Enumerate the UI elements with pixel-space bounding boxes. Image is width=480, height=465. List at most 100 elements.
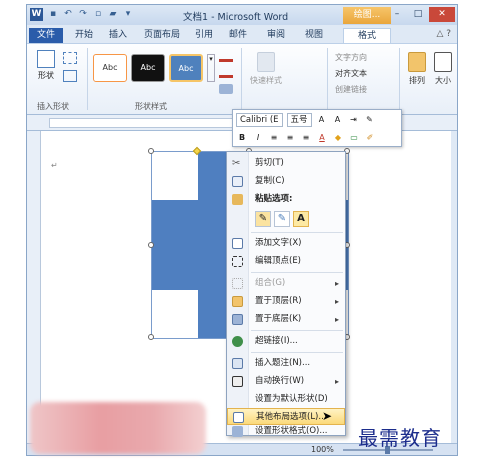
copy-icon xyxy=(232,176,243,187)
tab-insert[interactable]: 插入 xyxy=(105,28,131,43)
mouse-pointer-icon: ➤ xyxy=(322,409,333,423)
paste-merge-icon[interactable]: ✎ xyxy=(274,211,290,227)
tab-home[interactable]: 开始 xyxy=(71,28,97,43)
format-painter-icon[interactable]: ✎ xyxy=(364,114,376,126)
open-icon[interactable]: ▰ xyxy=(107,8,119,20)
resize-handle-w[interactable] xyxy=(148,242,154,248)
hyperlink-icon xyxy=(232,336,243,347)
group-icon xyxy=(232,278,243,289)
shapes-button[interactable]: 形状 xyxy=(33,50,59,81)
tab-file[interactable]: 文件 xyxy=(29,28,63,43)
align-text-button[interactable]: 对齐文本 xyxy=(335,68,367,79)
align-center-button[interactable]: ≡ xyxy=(284,132,296,144)
arrange-button[interactable]: 排列 xyxy=(405,52,429,86)
menu-item-bring-to-front[interactable]: 置于顶层(R) ▸ xyxy=(227,293,345,310)
window-title: 文档1 - Microsoft Word xyxy=(183,12,289,23)
close-icon[interactable]: ✕ xyxy=(429,7,455,22)
word-window: W ▪ ↶ ↷ ▫ ▰ ▾ 文档1 - Microsoft Word 绘图...… xyxy=(26,4,458,456)
shape-outline-mini-icon[interactable]: ▭ xyxy=(348,132,360,144)
menu-item-format-shape[interactable]: 设置形状格式(O)... xyxy=(227,425,345,437)
wordart-icon xyxy=(257,52,275,72)
italic-button[interactable]: I xyxy=(252,132,264,144)
ribbon-tabs: 文件 开始 插入 页面布局 引用 邮件 审阅 视图 格式 △ ? xyxy=(27,25,457,43)
resize-handle-nw[interactable] xyxy=(148,148,154,154)
menu-item-wrap-text[interactable]: 自动换行(W) ▸ xyxy=(227,373,345,390)
text-direction-button[interactable]: 文字方向 xyxy=(335,52,367,63)
shape-fill-icon[interactable] xyxy=(219,52,233,62)
undo-icon[interactable]: ↶ xyxy=(62,8,74,20)
shape-outline-icon[interactable] xyxy=(219,68,233,78)
watermark-text: 最需教育 xyxy=(358,426,442,450)
window-controls: – □ ✕ xyxy=(387,7,455,22)
group-label-insert-shapes: 插入形状 xyxy=(37,102,69,111)
shape-style-black[interactable]: Abc xyxy=(131,54,165,82)
scissors-icon: ✂ xyxy=(232,158,241,169)
zoom-level[interactable]: 100% xyxy=(311,444,334,455)
align-left-button[interactable]: ≡ xyxy=(268,132,280,144)
shape-effects-icon[interactable] xyxy=(219,84,233,94)
paste-keep-text-icon[interactable]: A xyxy=(293,211,309,227)
size-icon xyxy=(434,52,452,72)
menu-item-set-default-shape[interactable]: 设置为默认形状(D) xyxy=(227,391,345,408)
edit-shape-icon[interactable] xyxy=(63,52,77,64)
menu-item-hyperlink[interactable]: 超链接(I)... xyxy=(227,333,345,350)
quick-styles-button[interactable]: 快速样式 xyxy=(247,52,285,86)
menu-item-insert-caption[interactable]: 插入题注(N)... xyxy=(227,355,345,372)
tab-format[interactable]: 格式 xyxy=(343,28,391,43)
font-size-combo[interactable]: 五号 xyxy=(286,113,312,127)
shape-style-white[interactable]: Abc xyxy=(93,54,127,82)
paste-options-row: ✎ ✎ A xyxy=(255,211,309,227)
maximize-icon[interactable]: □ xyxy=(408,7,428,22)
menu-item-copy[interactable]: 复制(C) xyxy=(227,173,345,190)
customize-icon[interactable]: ▾ xyxy=(122,8,134,20)
group-label-shape-styles: 形状样式 xyxy=(135,102,167,111)
wrap-text-icon xyxy=(232,376,243,387)
context-tab-group: 绘图... xyxy=(343,7,391,24)
grow-font-icon[interactable]: A xyxy=(316,114,328,126)
highlight-icon[interactable]: ✐ xyxy=(364,132,376,144)
menu-item-group[interactable]: 组合(G) ▸ xyxy=(227,275,345,292)
tab-page-layout[interactable]: 页面布局 xyxy=(139,28,185,43)
caption-icon xyxy=(232,358,243,369)
tab-references[interactable]: 引用 xyxy=(191,28,217,43)
menu-item-cut[interactable]: ✂ 剪切(T) xyxy=(227,155,345,172)
submenu-arrow-icon: ▸ xyxy=(334,297,339,306)
submenu-arrow-icon: ▸ xyxy=(334,377,339,386)
layout-options-icon xyxy=(233,412,244,423)
indent-icon[interactable]: ⇥ xyxy=(348,114,360,126)
create-link-button[interactable]: 创建链接 xyxy=(335,84,367,95)
paragraph-mark: ↵ xyxy=(51,161,58,170)
save-icon[interactable]: ▪ xyxy=(47,8,59,20)
align-right-button[interactable]: ≡ xyxy=(300,132,312,144)
resize-handle-sw[interactable] xyxy=(148,334,154,340)
bold-button[interactable]: B xyxy=(236,132,248,144)
word-app-icon[interactable]: W xyxy=(30,8,43,21)
size-button[interactable]: 大小 xyxy=(431,52,455,86)
new-doc-icon[interactable]: ▫ xyxy=(92,8,104,20)
font-name-combo[interactable]: Calibri (E xyxy=(236,113,283,127)
textbox-icon[interactable] xyxy=(63,70,77,82)
menu-item-add-text[interactable]: 添加文字(X) xyxy=(227,235,345,252)
blurred-region xyxy=(30,402,206,454)
font-color-button[interactable]: A xyxy=(316,132,328,144)
menu-item-send-to-back[interactable]: 置于底层(K) ▸ xyxy=(227,311,345,328)
shrink-font-icon[interactable]: A xyxy=(332,114,344,126)
shape-fill-mini-icon[interactable]: ◆ xyxy=(332,132,344,144)
context-menu: ✂ 剪切(T) 复制(C) 粘贴选项: ✎ ✎ A 添加文字(X) 编辑顶点(E… xyxy=(226,151,346,437)
paste-keep-source-icon[interactable]: ✎ xyxy=(255,211,271,227)
tab-review[interactable]: 审阅 xyxy=(263,28,289,43)
menu-item-edit-points[interactable]: 编辑顶点(E) xyxy=(227,253,345,270)
submenu-arrow-icon: ▸ xyxy=(334,315,339,324)
shape-style-blue[interactable]: Abc xyxy=(169,54,203,82)
format-shape-icon xyxy=(232,426,243,437)
tab-view[interactable]: 视图 xyxy=(301,28,327,43)
help-icon[interactable]: △ ? xyxy=(436,29,451,39)
quick-access-toolbar: ▪ ↶ ↷ ▫ ▰ ▾ xyxy=(47,8,134,22)
submenu-arrow-icon: ▸ xyxy=(334,279,339,288)
add-text-icon xyxy=(232,238,243,249)
minimize-icon[interactable]: – xyxy=(387,7,407,22)
redo-icon[interactable]: ↷ xyxy=(77,8,89,20)
tab-mailings[interactable]: 邮件 xyxy=(225,28,251,43)
gallery-more-icon[interactable]: ▾ xyxy=(207,54,215,82)
title-bar: W ▪ ↶ ↷ ▫ ▰ ▾ 文档1 - Microsoft Word 绘图...… xyxy=(27,5,457,25)
